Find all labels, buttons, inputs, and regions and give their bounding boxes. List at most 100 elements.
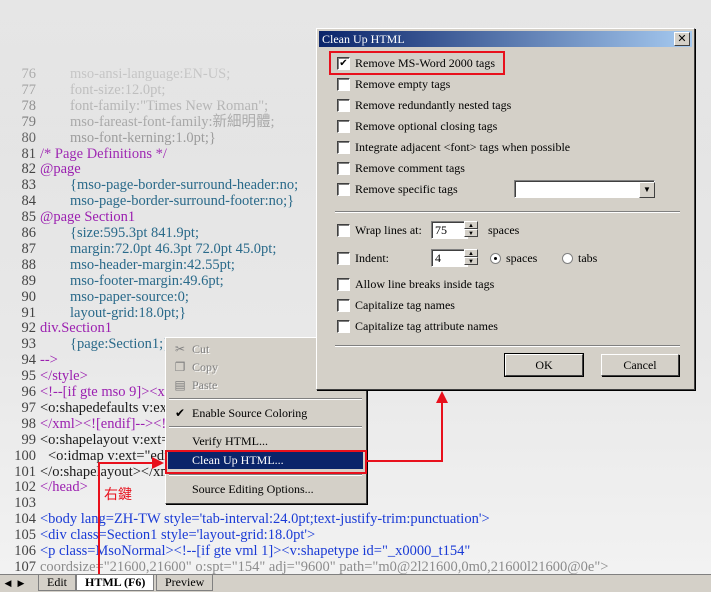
cut-icon: ✂ bbox=[174, 342, 186, 356]
code-text: <p class=MsoNormal><!--[if gte vml 1]><v… bbox=[40, 543, 471, 559]
checkbox-box[interactable] bbox=[337, 320, 350, 333]
line-number: 107 bbox=[14, 558, 36, 574]
menu-item-enable-source-coloring[interactable]: ✔ Enable Source Coloring bbox=[168, 404, 363, 422]
code-line: 91 layout-grid:18.0pt;} bbox=[0, 304, 187, 321]
spin-up-icon[interactable]: ▲ bbox=[464, 221, 478, 229]
tab-html[interactable]: HTML (F6) bbox=[76, 575, 155, 591]
divider bbox=[335, 211, 680, 213]
checkbox-box[interactable] bbox=[337, 278, 350, 291]
annotation-arrow bbox=[98, 463, 100, 574]
code-line: 90 mso-paper-source:0; bbox=[0, 289, 189, 305]
highlight-clean-up-menu-item bbox=[165, 450, 367, 474]
copy-icon: ❐ bbox=[174, 360, 186, 374]
ok-button[interactable]: OK bbox=[504, 353, 584, 377]
code-text: mso-header-margin:42.55pt; bbox=[70, 256, 235, 273]
code-text: <div class=Section1 style='layout-grid:1… bbox=[40, 527, 316, 544]
paste-icon: ▤ bbox=[174, 378, 186, 392]
line-number: 88 bbox=[21, 256, 37, 273]
code-line: 105 <div class=Section1 style='layout-gri… bbox=[0, 527, 315, 543]
code-text: mso-footer-margin:49.6pt; bbox=[70, 272, 224, 289]
wrap-lines-input[interactable]: 75 bbox=[431, 221, 468, 239]
checkbox-box[interactable] bbox=[337, 141, 350, 154]
code-text: mso-paper-source:0; bbox=[70, 288, 189, 305]
code-line: 107 coordsize="21600,21600" o:spt="154" a… bbox=[0, 558, 608, 574]
cancel-button[interactable]: Cancel bbox=[601, 354, 679, 376]
checkbox-box[interactable] bbox=[337, 183, 350, 196]
menu-item-label: Paste bbox=[192, 378, 218, 392]
code-line: 86 {size:595.3pt 841.9pt; bbox=[0, 225, 200, 241]
code-line: 81/* Page Definitions */ bbox=[0, 145, 167, 162]
line-number: 77 bbox=[21, 81, 37, 98]
code-text: </style> bbox=[40, 368, 88, 385]
line-number: 78 bbox=[21, 97, 37, 114]
checkbox-label: Allow line breaks inside tags bbox=[355, 277, 495, 291]
code-line: 89 mso-footer-margin:49.6pt; bbox=[0, 272, 224, 289]
code-line: 103 bbox=[0, 495, 42, 511]
line-number: 106 bbox=[14, 543, 36, 559]
code-line: 96 <!--[if gte mso 9]><xml> bbox=[0, 384, 189, 400]
line-number: 92 bbox=[21, 320, 37, 337]
checkbox-box[interactable] bbox=[337, 78, 350, 91]
code-line: 84 mso-page-border-surround-footer:no;} bbox=[0, 193, 295, 209]
checkbox-box[interactable] bbox=[337, 224, 350, 237]
code-line: 82 @page bbox=[0, 161, 81, 178]
code-line: 98</xml><![endif]--><!--[if gte mso 9]><… bbox=[0, 416, 302, 432]
line-number: 81 bbox=[21, 145, 37, 162]
checkbox-box[interactable] bbox=[337, 162, 350, 175]
radio-indent-tabs[interactable] bbox=[562, 253, 573, 264]
radio-dot bbox=[494, 257, 497, 260]
line-number: 79 bbox=[21, 113, 37, 130]
close-icon[interactable]: ✕ bbox=[674, 32, 690, 46]
checkbox-box[interactable] bbox=[337, 252, 350, 265]
line-number: 99 bbox=[21, 431, 37, 448]
wrap-lines-spinner[interactable]: ▲ ▼ bbox=[464, 221, 478, 239]
code-text: {size:595.3pt 841.9pt; bbox=[70, 225, 199, 241]
checkbox-box[interactable] bbox=[337, 99, 350, 112]
code-text: mso-fareast-font-family:新細明體; bbox=[70, 113, 275, 130]
code-line: 95 </style> bbox=[0, 368, 88, 384]
code-text: margin:72.0pt 46.3pt 72.0pt 45.0pt; bbox=[70, 240, 277, 257]
line-number: 82 bbox=[21, 161, 37, 178]
scroll-right-icon[interactable]: ▶ bbox=[15, 577, 27, 589]
annotation-arrow bbox=[98, 462, 154, 464]
checkbox-label: Remove optional closing tags bbox=[355, 119, 498, 133]
spin-up-icon[interactable]: ▲ bbox=[464, 249, 478, 257]
line-number: 91 bbox=[21, 304, 37, 321]
checkbox-box[interactable] bbox=[337, 299, 350, 312]
code-line: 77 font-size:12.0pt; bbox=[0, 81, 166, 98]
spin-down-icon[interactable]: ▼ bbox=[464, 257, 478, 265]
menu-item-label: Source Editing Options... bbox=[192, 482, 314, 496]
radio-indent-spaces[interactable] bbox=[490, 253, 501, 264]
code-text: mso-page-border-surround-footer:no;} bbox=[70, 193, 295, 210]
menu-item-source-editing-options[interactable]: Source Editing Options... bbox=[168, 480, 363, 498]
menu-separator bbox=[169, 398, 362, 400]
checkbox-label: Wrap lines at: bbox=[355, 223, 422, 237]
line-number: 89 bbox=[21, 272, 37, 289]
menu-item-verify-html[interactable]: Verify HTML... bbox=[168, 432, 363, 450]
right-click-annotation: 右鍵 bbox=[104, 487, 132, 503]
code-text: {mso-page-border-surround-header:no; bbox=[70, 177, 299, 194]
line-number: 76 bbox=[21, 66, 37, 82]
menu-separator bbox=[169, 474, 362, 476]
indent-spinner[interactable]: ▲ ▼ bbox=[464, 249, 478, 267]
tab-preview[interactable]: Preview bbox=[156, 575, 214, 591]
spin-down-icon[interactable]: ▼ bbox=[464, 229, 478, 237]
checkbox-label: Remove empty tags bbox=[355, 77, 451, 91]
indent-input[interactable]: 4 bbox=[431, 249, 468, 267]
arrow-head-icon bbox=[436, 391, 448, 403]
scroll-left-icon[interactable]: ◀ bbox=[2, 577, 14, 589]
tab-edit[interactable]: Edit bbox=[38, 575, 76, 591]
checkbox-box[interactable] bbox=[337, 120, 350, 133]
code-line: 93 {page:Section1;} bbox=[0, 336, 171, 352]
wrap-unit-label: spaces bbox=[488, 223, 520, 237]
code-line: 87 margin:72.0pt 46.3pt 72.0pt 45.0pt; bbox=[0, 240, 277, 257]
checkbox-label: Remove specific tags bbox=[355, 182, 458, 196]
chevron-down-icon[interactable]: ▼ bbox=[639, 182, 655, 198]
line-number: 80 bbox=[21, 129, 37, 146]
radio-spaces-label: spaces bbox=[506, 251, 538, 265]
line-number: 87 bbox=[21, 240, 37, 257]
dialog-titlebar[interactable]: Clean Up HTML ✕ bbox=[319, 31, 692, 47]
specific-tags-combobox[interactable] bbox=[514, 180, 655, 198]
line-number: 104 bbox=[14, 511, 36, 528]
annotation-arrow bbox=[365, 460, 443, 462]
